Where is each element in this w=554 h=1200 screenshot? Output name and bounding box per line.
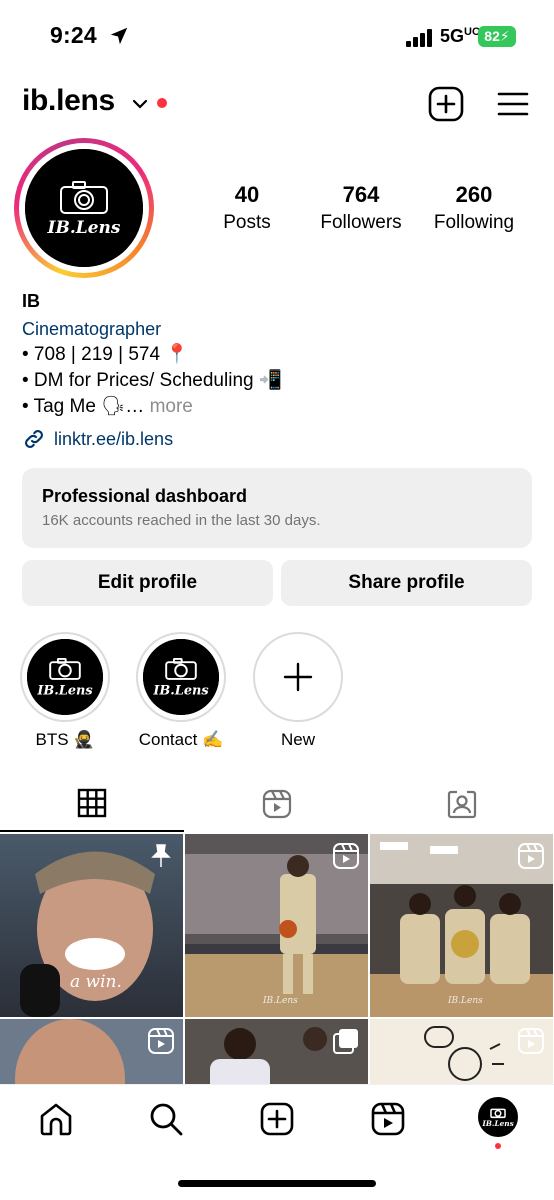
post-tile[interactable] [185,1019,368,1084]
bio-line: • Tag Me 🗣… more [22,396,193,417]
highlight-cover [253,632,343,722]
tab-grid[interactable] [0,776,184,832]
post-caption: a win. [70,972,122,992]
share-profile-button[interactable]: Share profile [281,560,532,606]
create-post-icon[interactable] [428,86,464,122]
chevron-down-icon[interactable] [132,98,148,110]
post-watermark: IB.Lens [263,996,298,1006]
highlight-cover: IB.Lens [136,632,226,722]
post-watermark: IB.Lens [448,996,483,1006]
bio-line: • DM for Prices/ Scheduling 📲 [22,370,283,391]
nav-home[interactable] [36,1099,76,1139]
highlight-contact[interactable]: IB.Lens Contact ✍️ [135,632,227,750]
link-icon [25,430,43,448]
bio-more-link[interactable]: more [150,396,193,417]
status-time: 9:24 [50,22,97,48]
dashboard-title: Professional dashboard [42,486,248,506]
create-icon [260,1102,294,1136]
reels-icon [148,1028,174,1054]
svg-text:IB.Lens: IB.Lens [481,1119,513,1128]
cellular-signal-icon [406,29,432,47]
svg-text:IB.Lens: IB.Lens [152,683,208,698]
ib-lens-logo: IB.Lens [27,639,103,715]
profile-tabs [0,776,554,832]
reels-icon [262,789,292,819]
home-icon [40,1103,72,1136]
post-tile[interactable] [0,1019,183,1084]
home-indicator [178,1180,376,1187]
tab-reels[interactable] [185,776,369,832]
carousel-icon [333,1029,358,1054]
bio-line: • 708 | 219 | 574 📍 [22,344,189,365]
profile-bio: IB Cinematographer • 708 | 219 | 574 📍 •… [22,290,532,454]
nav-profile[interactable]: IB.Lens [478,1097,518,1137]
reels-icon [518,843,544,869]
reels-icon [371,1102,405,1136]
ib-lens-logo: IB.Lens [25,149,143,267]
nav-reels[interactable] [368,1099,408,1139]
svg-text:IB.Lens: IB.Lens [36,683,92,698]
status-bar: 9:24 5GUC 82⚡ [0,0,554,72]
tagged-icon [447,790,477,819]
tab-tagged[interactable] [370,776,554,832]
post-tile[interactable]: IB.Lens [370,834,553,1017]
display-name: IB [22,291,40,311]
search-icon [150,1103,183,1136]
stat-following[interactable]: 260 Following [426,182,522,234]
post-tile[interactable]: a win. [0,834,183,1017]
menu-icon[interactable] [496,88,530,120]
highlight-label: New [280,730,315,749]
nav-create[interactable] [257,1099,297,1139]
profile-header: ib.lens [0,82,554,126]
stat-followers[interactable]: 764 Followers [312,182,410,234]
post-tile[interactable]: IB.Lens [185,834,368,1017]
reels-icon [518,1028,544,1054]
highlight-cover: IB.Lens [20,632,110,722]
highlight-label: Contact ✍️ [138,730,224,749]
stat-posts[interactable]: 40 Posts [206,182,288,234]
category-label[interactable]: Cinematographer [22,316,532,342]
nav-search[interactable] [146,1099,186,1139]
dashboard-subtitle: 16K accounts reached in the last 30 days… [42,512,321,529]
ib-lens-logo: IB.Lens [480,1099,516,1135]
username-switcher[interactable]: ib.lens [22,84,115,118]
edit-profile-button[interactable]: Edit profile [22,560,273,606]
post-tile[interactable] [370,1019,553,1084]
notification-dot [495,1143,501,1149]
network-type: 5GUC [440,26,480,46]
notification-dot [157,98,167,108]
grid-icon [77,788,107,818]
location-arrow-icon [110,27,128,45]
battery-indicator: 82⚡ [478,26,516,47]
highlight-bts[interactable]: IB.Lens BTS 🥷 [19,632,111,750]
highlight-label: BTS 🥷 [35,730,95,749]
profile-avatar[interactable]: IB.Lens [25,149,143,267]
professional-dashboard[interactable]: Professional dashboard 16K accounts reac… [22,468,532,548]
svg-text:IB.Lens: IB.Lens [47,218,121,238]
plus-icon [283,662,313,692]
post-grid: a win. IB.Lens IB.Lens [0,834,554,1084]
pinned-icon [151,844,171,867]
profile-link[interactable]: linktr.ee/ib.lens [22,424,532,454]
reels-icon [333,843,359,869]
ib-lens-logo: IB.Lens [143,639,219,715]
new-highlight-button[interactable]: New [252,632,344,750]
